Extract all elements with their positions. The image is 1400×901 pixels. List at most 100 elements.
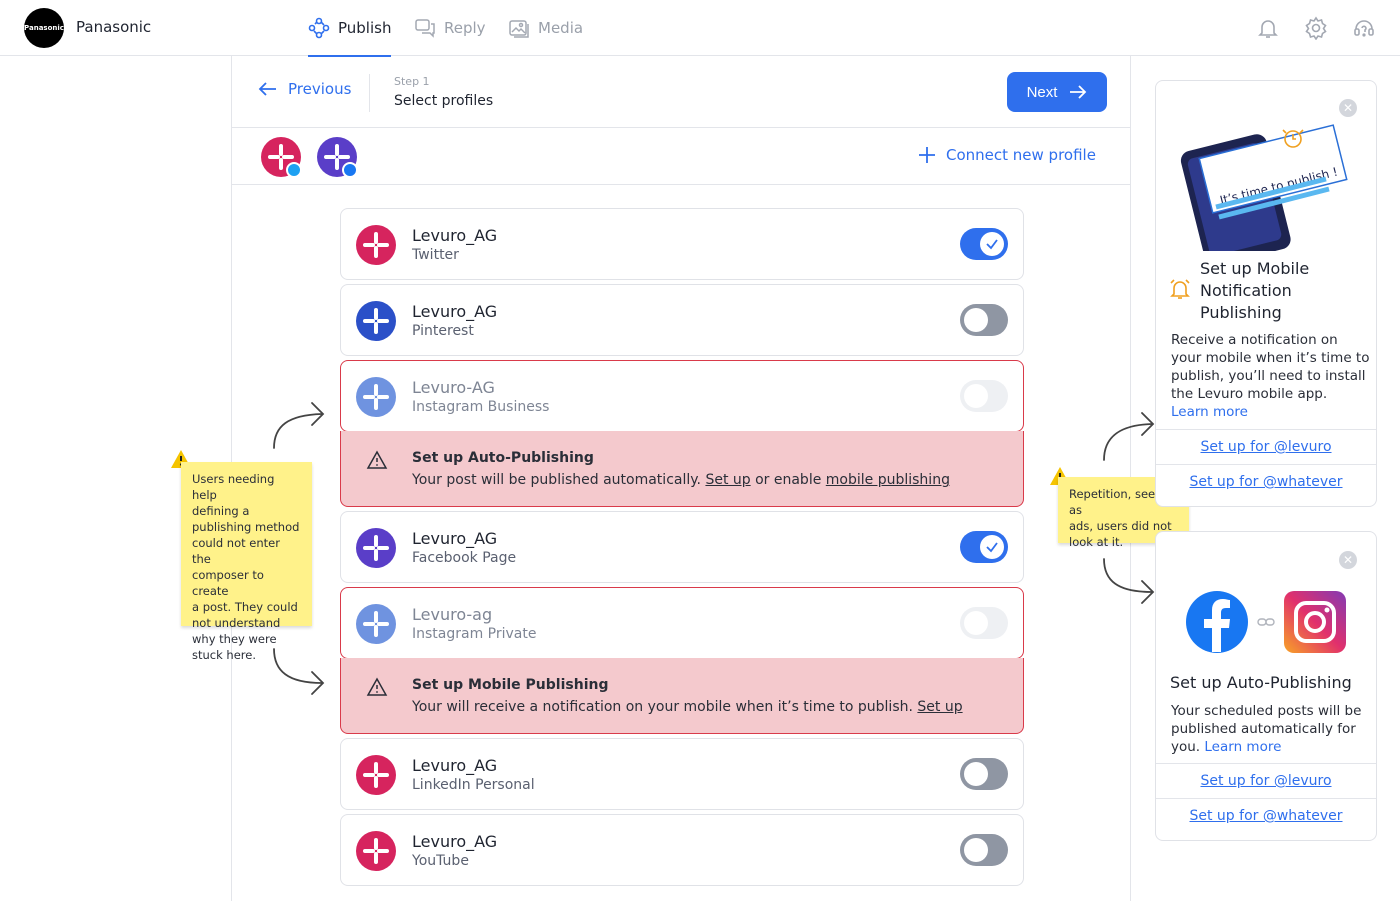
auto-publishing-card: ✕ Set up Auto-Publishing Your scheduled …	[1155, 531, 1377, 841]
auto-publishing-warning: Set up Auto-Publishing Your post will be…	[340, 431, 1024, 507]
next-button[interactable]: Next	[1007, 72, 1107, 112]
profile-card-pinterest[interactable]: Levuro_AG Pinterest	[340, 284, 1024, 356]
setup-whatever-link[interactable]: Set up for @whatever	[1156, 798, 1376, 833]
alarm-icon	[1170, 279, 1190, 299]
mobile-publishing-link[interactable]: mobile publishing	[826, 472, 950, 488]
profile-name: Levuro_AG	[412, 832, 498, 851]
connect-label: Connect new profile	[946, 146, 1096, 164]
check-icon	[986, 239, 998, 250]
profile-card-youtube[interactable]: Levuro_AG YouTube	[340, 814, 1024, 886]
twitter-badge-icon	[286, 162, 302, 178]
arrow-left-icon	[258, 82, 276, 96]
learn-more-link[interactable]: Learn more	[1171, 403, 1371, 421]
profile-toggle[interactable]	[960, 607, 1008, 639]
step-divider	[369, 74, 370, 112]
profile-network: Facebook Page	[412, 550, 517, 566]
selected-profile-avatar-twitter[interactable]	[261, 137, 302, 178]
profile-name: Levuro-AG	[412, 378, 495, 397]
support-icon[interactable]	[1352, 16, 1376, 40]
profile-network: Instagram Private	[412, 626, 537, 642]
mobile-card-body: Receive a notification on your mobile whe…	[1171, 332, 1371, 421]
setup-link[interactable]: Set up	[917, 699, 962, 715]
main-column: Previous Step 1 Select profiles Next Con…	[231, 56, 1131, 901]
profile-network: Twitter	[412, 247, 459, 263]
profile-avatar	[356, 301, 396, 341]
close-icon[interactable]: ✕	[1339, 551, 1357, 569]
profile-avatar	[356, 604, 396, 644]
warning-title: Set up Mobile Publishing	[412, 677, 609, 693]
profile-card-instagram-business[interactable]: Levuro-AG Instagram Business	[340, 360, 1024, 432]
annotation-arrow-up	[273, 402, 325, 449]
profile-card-facebook[interactable]: Levuro_AG Facebook Page	[340, 511, 1024, 583]
mobile-publishing-warning: Set up Mobile Publishing Your will recei…	[340, 658, 1024, 734]
annotation-arrow-down	[273, 648, 325, 695]
connect-new-profile-button[interactable]: Connect new profile	[918, 146, 1096, 164]
profile-avatar	[356, 755, 396, 795]
profile-card-instagram-private[interactable]: Levuro-ag Instagram Private	[340, 587, 1024, 659]
profile-toggle[interactable]	[960, 228, 1008, 260]
profile-toggle[interactable]	[960, 758, 1008, 790]
warning-icon	[366, 450, 388, 469]
profile-toggle[interactable]	[960, 531, 1008, 563]
profile-toggle[interactable]	[960, 380, 1008, 412]
profile-network: YouTube	[412, 853, 469, 869]
reply-icon	[415, 19, 435, 38]
learn-more-link[interactable]: Learn more	[1204, 739, 1281, 755]
mobile-notification-card: ✕ It’s time to publish ! Set up Mobile No…	[1155, 80, 1377, 507]
profile-avatar	[356, 377, 396, 417]
brand-logo[interactable]: Panasonic	[24, 8, 64, 48]
step-bar: Previous Step 1 Select profiles Next	[232, 56, 1130, 128]
plus-icon	[919, 147, 935, 163]
auto-card-title: Set up Auto-Publishing	[1170, 673, 1352, 692]
profile-toggle[interactable]	[960, 304, 1008, 336]
next-label: Next	[1026, 83, 1058, 101]
tab-publish-label: Publish	[338, 19, 392, 37]
bell-icon[interactable]	[1256, 16, 1280, 40]
top-navigation-bar: Panasonic Panasonic Publish Reply Media	[0, 0, 1400, 57]
profile-avatar	[356, 831, 396, 871]
profile-name: Levuro_AG	[412, 529, 498, 548]
tab-media-label: Media	[538, 19, 584, 37]
selected-profile-avatar-facebook[interactable]	[317, 137, 358, 178]
tab-publish[interactable]: Publish	[308, 0, 392, 57]
setup-whatever-link[interactable]: Set up for @whatever	[1156, 464, 1376, 499]
mobile-card-title: Set up Mobile Notification Publishing	[1200, 259, 1310, 322]
profile-name: Levuro-ag	[412, 605, 493, 624]
profile-network: Pinterest	[412, 323, 474, 339]
setup-levuro-link[interactable]: Set up for @levuro	[1156, 763, 1376, 798]
media-icon	[509, 20, 529, 38]
profile-name: Levuro_AG	[412, 756, 498, 775]
brand-name: Panasonic	[76, 18, 152, 36]
warning-title: Set up Auto-Publishing	[412, 450, 594, 466]
setup-link[interactable]: Set up	[705, 472, 750, 488]
previous-button[interactable]: Previous	[258, 80, 351, 98]
previous-label: Previous	[288, 80, 352, 98]
profile-avatar	[356, 225, 396, 265]
warning-body: Your will receive a notification on your…	[412, 699, 963, 715]
link-icon	[1257, 618, 1275, 626]
profile-name: Levuro_AG	[412, 226, 498, 245]
tab-reply-label: Reply	[444, 19, 486, 37]
profile-toggle[interactable]	[960, 834, 1008, 866]
warning-body: Your post will be published automaticall…	[412, 472, 950, 488]
step-number: Step 1	[394, 75, 430, 88]
profile-network: LinkedIn Personal	[412, 777, 535, 793]
instagram-icon	[1284, 591, 1346, 653]
annotation-arrow-up	[1103, 412, 1155, 461]
tab-media[interactable]: Media	[508, 0, 583, 56]
annotation-arrow-down	[1103, 558, 1155, 604]
profile-network: Instagram Business	[412, 399, 550, 415]
facebook-badge-icon	[342, 162, 358, 178]
arrow-right-icon	[1070, 85, 1087, 99]
phone-illustration: It’s time to publish !	[1180, 124, 1348, 251]
setup-levuro-link[interactable]: Set up for @levuro	[1156, 429, 1376, 464]
close-icon[interactable]: ✕	[1339, 99, 1357, 117]
profile-card-twitter[interactable]: Levuro_AG Twitter	[340, 208, 1024, 280]
warning-icon	[366, 677, 388, 696]
step-title: Select profiles	[394, 93, 494, 109]
tab-reply[interactable]: Reply	[414, 0, 486, 56]
profile-avatar	[356, 528, 396, 568]
profile-card-linkedin[interactable]: Levuro_AG LinkedIn Personal	[340, 738, 1024, 810]
gear-icon[interactable]	[1304, 16, 1328, 40]
publish-icon	[308, 17, 330, 39]
